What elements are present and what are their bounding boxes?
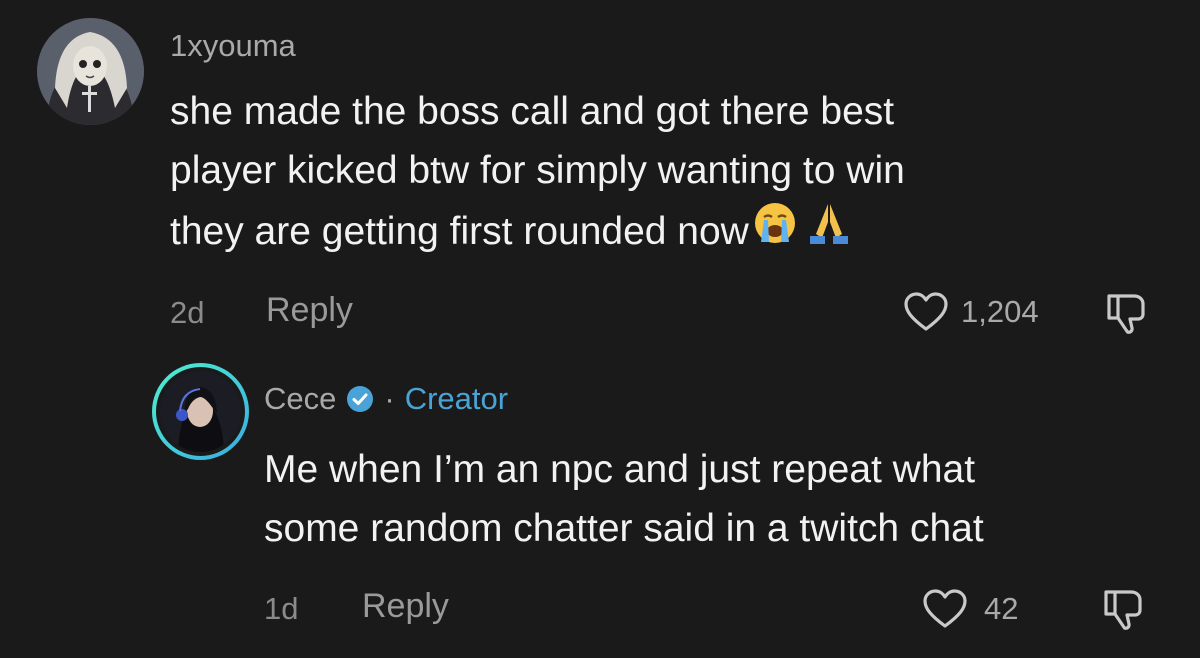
timestamp: 1d	[264, 591, 299, 626]
comment-line: player kicked btw for simply wanting to …	[170, 149, 905, 192]
avatar[interactable]	[37, 18, 144, 125]
separator: ·	[384, 381, 395, 416]
reply-button[interactable]: Reply	[362, 587, 449, 626]
avatar[interactable]	[152, 363, 249, 460]
comment-line: some random chatter said in a twitch cha…	[264, 507, 984, 550]
comment-text: Me when I’m an npc and just repeat what …	[264, 440, 984, 558]
verified-badge-icon	[346, 385, 374, 413]
like-count: 42	[984, 591, 1019, 626]
comment-1: 1xyouma she made the boss call and got t…	[0, 0, 1200, 350]
comment-line: she made the boss call and got there bes…	[170, 90, 895, 133]
username[interactable]: Cece	[264, 381, 336, 417]
avatar-photo	[160, 371, 241, 452]
avatar-illustration	[37, 18, 144, 125]
username-row: Cece · Creator	[264, 381, 508, 417]
comment-line: Me when I’m an npc and just repeat what	[264, 448, 976, 491]
heart-icon[interactable]	[903, 291, 949, 338]
timestamp: 2d	[170, 295, 205, 330]
like-count: 1,204	[961, 294, 1039, 329]
creator-badge: Creator	[404, 381, 509, 416]
comment-line-with-emoji: they are getting first rounded now	[170, 200, 905, 263]
thumbs-down-icon[interactable]	[1104, 290, 1148, 341]
reply-button[interactable]: Reply	[266, 291, 353, 330]
comment-2: Cece · Creator Me when I’m an npc and ju…	[0, 350, 1200, 658]
heart-icon[interactable]	[922, 588, 968, 635]
username[interactable]: 1xyouma	[170, 28, 296, 64]
comment-text: she made the boss call and got there bes…	[170, 82, 905, 263]
folded-hands-icon	[806, 200, 852, 263]
comment-line: they are getting first rounded now	[170, 210, 749, 253]
loudly-crying-face-icon	[752, 200, 798, 263]
thumbs-down-icon[interactable]	[1101, 586, 1145, 637]
